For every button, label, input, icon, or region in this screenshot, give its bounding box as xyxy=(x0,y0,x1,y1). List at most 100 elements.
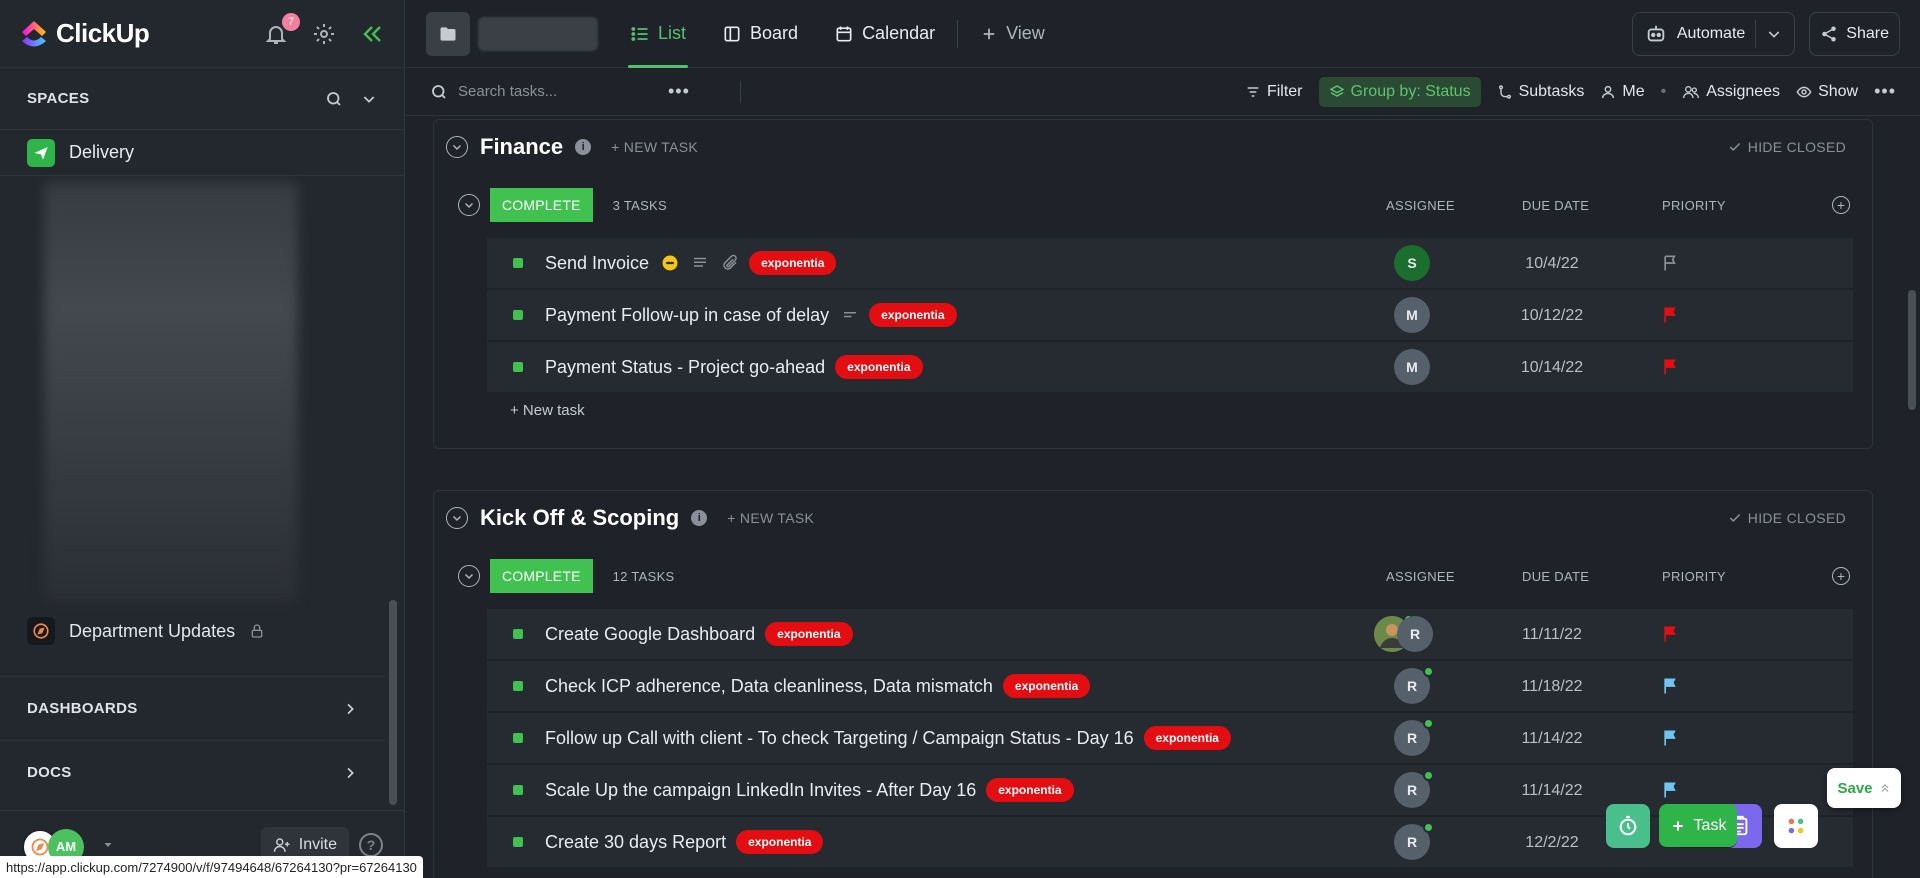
task-name[interactable]: Scale Up the campaign LinkedIn Invites -… xyxy=(545,780,976,801)
tag[interactable]: exponentia xyxy=(1002,674,1091,698)
column-header-assignee[interactable]: ASSIGNEE xyxy=(1386,198,1455,213)
table-row[interactable]: Payment Follow-up in case of delay expon… xyxy=(487,290,1853,341)
tag[interactable]: exponentia xyxy=(736,830,824,854)
timer-button[interactable] xyxy=(1606,804,1650,848)
avatar[interactable]: R xyxy=(1397,616,1433,652)
avatar[interactable]: S xyxy=(1394,245,1430,281)
column-header-assignee[interactable]: ASSIGNEE xyxy=(1386,569,1455,584)
status-square[interactable] xyxy=(513,362,523,372)
info-icon[interactable]: i xyxy=(691,510,708,526)
tab-calendar[interactable]: Calendar xyxy=(816,0,953,68)
status-square[interactable] xyxy=(513,258,523,268)
notifications-button[interactable]: 7 xyxy=(264,12,300,46)
avatar[interactable]: M xyxy=(1394,349,1430,385)
status-square[interactable] xyxy=(513,310,523,320)
tag[interactable]: exponentia xyxy=(749,251,837,275)
status-square[interactable] xyxy=(513,785,523,795)
avatar[interactable]: R xyxy=(1394,770,1434,808)
task-name[interactable]: Create 30 days Report xyxy=(545,832,726,853)
add-column-icon[interactable]: + xyxy=(1832,567,1850,585)
flag-icon[interactable] xyxy=(1661,357,1681,382)
add-column-icon[interactable]: + xyxy=(1832,196,1850,214)
column-header-due-date[interactable]: DUE DATE xyxy=(1522,198,1589,213)
automate-button[interactable]: Automate xyxy=(1631,11,1796,56)
new-task-fab[interactable]: Task xyxy=(1659,804,1737,848)
column-header-due-date[interactable]: DUE DATE xyxy=(1522,569,1589,584)
more-options-icon[interactable]: ••• xyxy=(668,81,690,102)
assignees-button[interactable]: Assignees xyxy=(1682,83,1780,101)
more-options-icon[interactable]: ••• xyxy=(1874,81,1896,102)
share-button[interactable]: Share xyxy=(1809,11,1900,56)
tab-board[interactable]: Board xyxy=(704,0,816,68)
due-date[interactable]: 10/14/22 xyxy=(1497,359,1607,377)
collapse-status-icon[interactable] xyxy=(458,194,480,216)
due-date[interactable]: 11/14/22 xyxy=(1497,782,1607,800)
collapse-sidebar-icon[interactable] xyxy=(360,22,384,46)
avatar[interactable]: R xyxy=(1394,822,1434,860)
chevron-down-icon[interactable] xyxy=(361,91,377,107)
tag[interactable]: exponentia xyxy=(986,778,1074,802)
table-row[interactable]: Send Invoice exponentia S 10/4/22 xyxy=(487,238,1853,289)
status-square[interactable] xyxy=(513,629,523,639)
tag[interactable]: exponentia xyxy=(869,303,957,327)
status-badge[interactable]: COMPLETE xyxy=(490,559,593,593)
flag-icon[interactable] xyxy=(1661,624,1681,649)
sidebar-dashboards[interactable]: DASHBOARDS xyxy=(0,676,385,740)
filter-button[interactable]: Filter xyxy=(1245,83,1303,101)
sidebar-docs[interactable]: DOCS xyxy=(0,740,385,804)
due-date[interactable]: 12/2/22 xyxy=(1497,834,1607,852)
sidebar-item-department-updates[interactable]: Department Updates xyxy=(0,610,400,652)
due-date[interactable]: 11/14/22 xyxy=(1497,730,1607,748)
collapse-group-icon[interactable] xyxy=(446,507,468,529)
tag[interactable]: exponentia xyxy=(835,355,923,379)
table-row[interactable]: Follow up Call with client - To check Ta… xyxy=(487,713,1853,764)
new-task-button[interactable]: + NEW TASK xyxy=(611,139,698,155)
apps-button[interactable] xyxy=(1774,804,1818,848)
flag-icon[interactable] xyxy=(1661,728,1681,753)
new-task-button[interactable]: + NEW TASK xyxy=(727,510,814,526)
due-date[interactable]: 11/18/22 xyxy=(1497,678,1607,696)
help-icon[interactable]: ? xyxy=(359,832,383,857)
sidebar-scrollbar[interactable] xyxy=(389,600,397,805)
status-square[interactable] xyxy=(513,837,523,847)
task-name[interactable]: Payment Follow-up in case of delay xyxy=(545,305,829,326)
flag-icon[interactable] xyxy=(1661,253,1681,278)
task-name[interactable]: Payment Status - Project go-ahead xyxy=(545,357,825,378)
gear-icon[interactable] xyxy=(312,22,336,46)
task-name[interactable]: Create Google Dashboard xyxy=(545,624,755,645)
collapse-status-icon[interactable] xyxy=(458,565,480,587)
due-date[interactable]: 10/12/22 xyxy=(1497,307,1607,325)
column-header-priority[interactable]: PRIORITY xyxy=(1662,569,1726,584)
table-row[interactable]: Create Google Dashboard exponentia R 11/… xyxy=(487,609,1853,660)
hide-closed-button[interactable]: HIDE CLOSED xyxy=(1728,139,1846,155)
hide-closed-button[interactable]: HIDE CLOSED xyxy=(1728,510,1846,526)
due-date[interactable]: 10/4/22 xyxy=(1497,255,1607,273)
column-header-priority[interactable]: PRIORITY xyxy=(1662,198,1726,213)
chevron-down-icon[interactable] xyxy=(102,839,114,851)
flag-icon[interactable] xyxy=(1661,676,1681,701)
status-badge[interactable]: COMPLETE xyxy=(490,188,593,222)
avatar[interactable]: R xyxy=(1394,718,1434,756)
avatar[interactable]: M xyxy=(1394,297,1430,333)
table-row[interactable]: Check ICP adherence, Data cleanliness, D… xyxy=(487,661,1853,712)
add-view-button[interactable]: View xyxy=(962,0,1063,68)
flag-icon[interactable] xyxy=(1661,305,1681,330)
group-by-button[interactable]: Group by: Status xyxy=(1318,76,1481,107)
due-date[interactable]: 11/11/22 xyxy=(1497,626,1607,644)
me-button[interactable]: Me xyxy=(1600,83,1645,101)
save-button[interactable]: Save xyxy=(1827,768,1901,808)
info-icon[interactable]: i xyxy=(575,139,592,155)
status-square[interactable] xyxy=(513,733,523,743)
chevron-down-icon[interactable] xyxy=(1766,26,1782,42)
subtasks-button[interactable]: Subtasks xyxy=(1497,83,1584,101)
avatar[interactable]: R xyxy=(1394,666,1434,704)
collapse-group-icon[interactable] xyxy=(446,136,468,158)
main-scrollbar[interactable] xyxy=(1908,290,1916,410)
tag[interactable]: exponentia xyxy=(765,622,853,646)
clickup-logo[interactable]: ClickUp xyxy=(20,18,150,49)
folder-button[interactable] xyxy=(426,11,470,56)
search-icon[interactable] xyxy=(325,90,343,108)
show-button[interactable]: Show xyxy=(1796,83,1858,101)
add-task-button[interactable]: + New task xyxy=(510,402,585,419)
space-item-delivery[interactable]: Delivery xyxy=(0,130,404,176)
